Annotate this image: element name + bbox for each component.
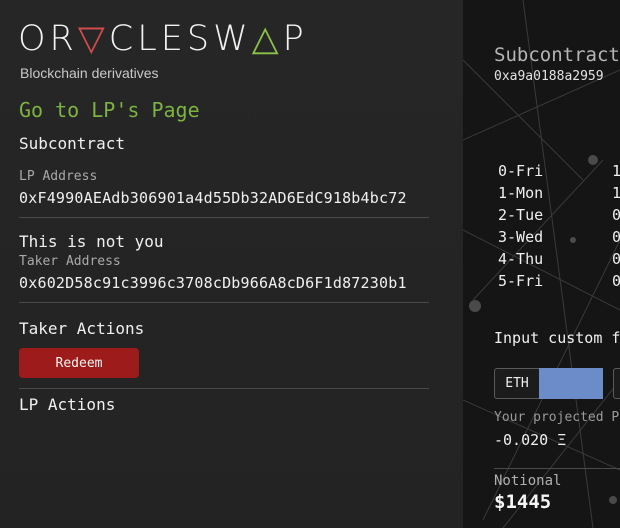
- projected-value: -0.020 Ξ: [494, 431, 567, 449]
- divider: [19, 302, 429, 303]
- taker-address-label: Taker Address: [19, 254, 121, 269]
- schedule-day: 3-Wed: [498, 228, 544, 246]
- lp-actions-heading: LP Actions: [19, 395, 116, 414]
- custom-input-label: Input custom f: [494, 329, 620, 347]
- redeem-button[interactable]: Redeem: [19, 348, 139, 378]
- right-subcontract-title: Subcontract: [494, 44, 620, 66]
- schedule-day: 2-Tue: [498, 206, 544, 224]
- divider: [494, 468, 620, 469]
- custom-amount-input[interactable]: [539, 368, 603, 399]
- schedule-value: 0: [612, 206, 620, 224]
- notional-value: $1445: [494, 491, 552, 513]
- schedule-value: 0: [612, 272, 620, 290]
- projected-label: Your projected P: [494, 410, 620, 425]
- logo-text-end: P: [282, 19, 308, 59]
- schedule-day: 5-Fri: [498, 272, 544, 290]
- logo-text-start: OR: [18, 19, 78, 59]
- go-to-lp-page-link[interactable]: Go to LP's Page: [19, 98, 200, 122]
- schedule-day: 0-Fri: [498, 162, 544, 180]
- schedule-day: 4-Thu: [498, 250, 544, 268]
- taker-address-value: 0x602D58c91c3996c3708cDb966A8cD6F1d87230…: [19, 274, 407, 292]
- taker-actions-heading: Taker Actions: [19, 319, 145, 338]
- red-triangle-icon: ▽: [77, 19, 109, 59]
- schedule-day: 1-Mon: [498, 184, 544, 202]
- oracleswap-logo[interactable]: OR▽CLESW△P: [18, 21, 308, 57]
- currency-selector[interactable]: ETH: [494, 368, 540, 399]
- schedule-value: 1: [612, 162, 620, 180]
- green-triangle-icon: △: [251, 19, 283, 59]
- schedule-value: 0: [612, 228, 620, 246]
- divider: [19, 388, 429, 389]
- right-panel: Subcontract 0xa9a0188a2959 0-Fri 1 1-Mon…: [463, 0, 620, 528]
- notional-label: Notional: [494, 473, 562, 489]
- lp-address-value: 0xF4990AEAdb306901a4d55Db32AD6EdC918b4bc…: [19, 189, 407, 207]
- secondary-input-box[interactable]: [613, 368, 620, 399]
- subcontract-hash: 0xa9a0188a2959: [494, 69, 604, 84]
- logo-text-middle: CLESW: [108, 19, 252, 59]
- lp-address-label: LP Address: [19, 169, 98, 184]
- taker-note: This is not you: [19, 232, 164, 251]
- subcontract-heading: Subcontract: [19, 134, 125, 153]
- divider: [19, 217, 429, 218]
- schedule-value: 1: [612, 184, 620, 202]
- schedule-value: 0: [612, 250, 620, 268]
- left-panel: OR▽CLESW△P Blockchain derivatives Go to …: [0, 0, 463, 528]
- tagline: Blockchain derivatives: [20, 65, 159, 81]
